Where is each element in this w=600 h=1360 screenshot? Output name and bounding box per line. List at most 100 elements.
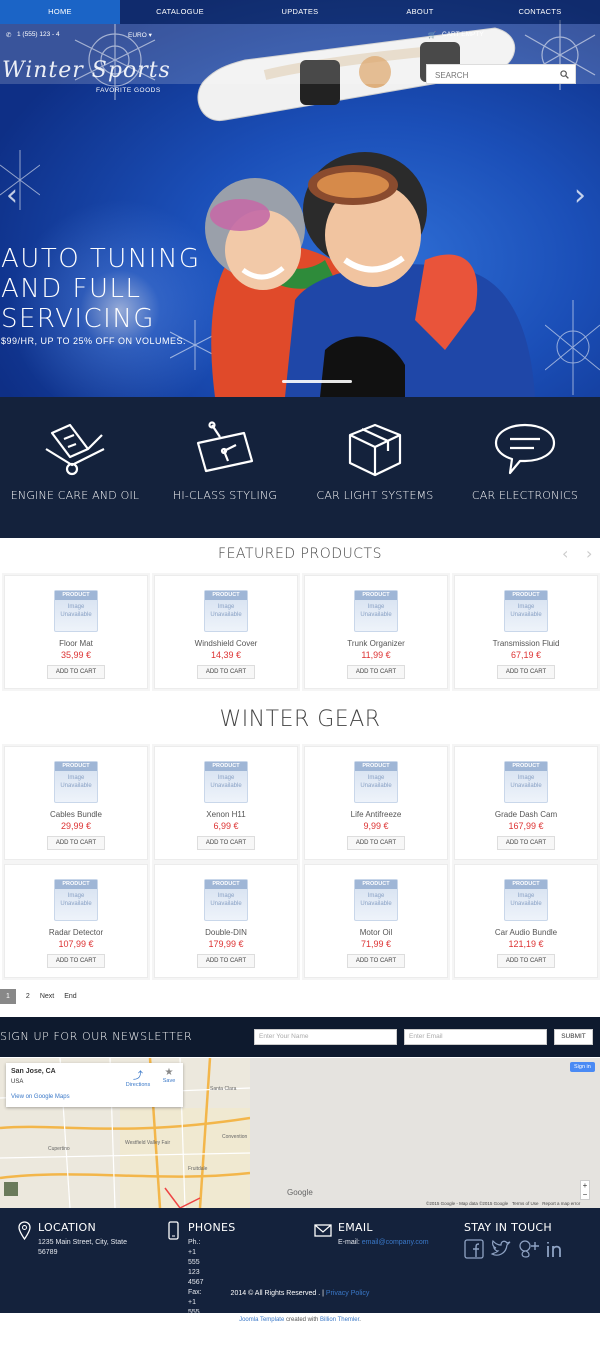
nav-item-home[interactable]: HOME xyxy=(0,0,120,24)
search-input[interactable] xyxy=(427,66,552,85)
privacy-policy-link[interactable]: Privacy Policy xyxy=(326,1290,370,1297)
page-next[interactable]: Next xyxy=(40,993,54,1000)
social-icons xyxy=(464,1239,566,1259)
product-name[interactable]: Life Antifreeze xyxy=(305,810,447,819)
product-name[interactable]: Grade Dash Cam xyxy=(455,810,597,819)
feature-item[interactable]: CAR ELECTRONICS xyxy=(450,421,600,502)
product-name[interactable]: Radar Detector xyxy=(5,928,147,937)
cart-icon[interactable]: 🛒 xyxy=(428,31,436,39)
cart-status[interactable]: CART EMPTY xyxy=(442,31,484,38)
map-tiles[interactable]: San Jose, CA USA View on Google Maps ⤴ D… xyxy=(0,1058,250,1208)
add-to-cart-button[interactable]: ADD TO CART xyxy=(196,836,256,850)
product-card[interactable]: PRODUCT Image Unavailable Trunk Organizer 11… xyxy=(304,575,448,689)
product-card[interactable]: PRODUCT Image Unavailable Transmission Flui… xyxy=(454,575,598,689)
newsletter-name-input[interactable]: Enter Your Name xyxy=(254,1029,397,1045)
map-terms-link[interactable]: Terms of Use xyxy=(512,1201,539,1206)
page-current[interactable]: 1 xyxy=(0,989,16,1004)
product-image-placeholder[interactable]: PRODUCT Image Unavailable xyxy=(354,879,398,921)
product-image-placeholder[interactable]: PRODUCT Image Unavailable xyxy=(204,590,248,632)
product-card[interactable]: PRODUCT Image Unavailable Floor Mat 35,99 € A… xyxy=(4,575,148,689)
feature-item[interactable]: CAR LIGHT SYSTEMS xyxy=(300,421,450,502)
add-to-cart-button[interactable]: ADD TO CART xyxy=(46,836,106,850)
search-icon[interactable] xyxy=(560,70,569,79)
feature-item[interactable]: HI-CLASS STYLING xyxy=(150,421,300,502)
add-to-cart-button[interactable]: ADD TO CART xyxy=(496,665,556,679)
product-name[interactable]: Car Audio Bundle xyxy=(455,928,597,937)
product-card[interactable]: PRODUCT Image Unavailable Windshield Cover 1… xyxy=(154,575,298,689)
google-map[interactable]: San Jose, CA USA View on Google Maps ⤴ D… xyxy=(0,1058,600,1208)
newsletter-email-input[interactable]: Enter Email xyxy=(404,1029,547,1045)
product-image-placeholder[interactable]: PRODUCT Image Unavailable xyxy=(354,590,398,632)
product-card[interactable]: PRODUCT Image Unavailable Cables Bundle 29,9… xyxy=(4,746,148,860)
product-card[interactable]: PRODUCT Image Unavailable Grade Dash Cam 167… xyxy=(454,746,598,860)
product-image-placeholder[interactable]: PRODUCT Image Unavailable xyxy=(54,761,98,803)
add-to-cart-button[interactable]: ADD TO CART xyxy=(346,836,406,850)
footer-email-link[interactable]: email@company.com xyxy=(362,1239,429,1246)
product-card[interactable]: PRODUCT Image Unavailable Life Antifreeze 9,… xyxy=(304,746,448,860)
add-to-cart-button[interactable]: ADD TO CART xyxy=(196,665,256,679)
nav-item-about[interactable]: ABOUT xyxy=(360,0,480,24)
product-image-placeholder[interactable]: PRODUCT Image Unavailable xyxy=(504,879,548,921)
product-image-placeholder[interactable]: PRODUCT Image Unavailable xyxy=(54,590,98,632)
top-phone: 1 (555) 123 - 4 xyxy=(17,31,60,38)
chevron-left-icon[interactable]: ‹ xyxy=(6,178,18,213)
slider-indicator[interactable] xyxy=(282,380,352,383)
product-image-placeholder[interactable]: PRODUCT Image Unavailable xyxy=(504,761,548,803)
add-to-cart-button[interactable]: ADD TO CART xyxy=(346,954,406,968)
logo[interactable]: Winter Sports xyxy=(2,58,171,83)
save-button[interactable]: ★ Save xyxy=(159,1067,179,1084)
facebook-icon[interactable] xyxy=(464,1239,484,1259)
currency-select[interactable]: EURO ▾ xyxy=(128,31,152,39)
product-name[interactable]: Floor Mat xyxy=(5,639,147,648)
product-name[interactable]: Transmission Fluid xyxy=(455,639,597,648)
nav-item-catalogue[interactable]: CATALOGUE xyxy=(120,0,240,24)
page-link-2[interactable]: 2 xyxy=(26,993,30,1000)
add-to-cart-button[interactable]: ADD TO CART xyxy=(496,836,556,850)
map-sign-in-button[interactable]: Sign in xyxy=(570,1062,595,1072)
view-on-google-maps-link[interactable]: View on Google Maps xyxy=(11,1094,70,1100)
twitter-icon[interactable] xyxy=(490,1239,512,1259)
add-to-cart-button[interactable]: ADD TO CART xyxy=(46,954,106,968)
newsletter-submit-button[interactable]: SUBMIT xyxy=(554,1029,593,1045)
nav-item-updates[interactable]: UPDATES xyxy=(240,0,360,24)
product-name[interactable]: Double-DIN xyxy=(155,928,297,937)
product-card[interactable]: PRODUCT Image Unavailable Car Audio Bundle 1… xyxy=(454,864,598,978)
add-to-cart-button[interactable]: ADD TO CART xyxy=(46,665,106,679)
chevron-right-icon[interactable]: › xyxy=(574,178,586,213)
linkedin-icon[interactable] xyxy=(546,1239,566,1259)
joomla-template-link[interactable]: Joomla Template xyxy=(239,1317,284,1323)
add-to-cart-button[interactable]: ADD TO CART xyxy=(496,954,556,968)
product-name[interactable]: Windshield Cover xyxy=(155,639,297,648)
chevron-right-icon[interactable]: › xyxy=(586,544,592,563)
themler-link[interactable]: Billion Themler xyxy=(320,1317,359,1323)
product-card[interactable]: PRODUCT Image Unavailable Xenon H11 6,99 € AD… xyxy=(154,746,298,860)
add-to-cart-button[interactable]: ADD TO CART xyxy=(346,665,406,679)
placeholder-text: Image Unavailable xyxy=(355,774,397,790)
pagination: 1 2 Next End xyxy=(0,989,87,1004)
map-zoom-control[interactable]: + − xyxy=(580,1180,590,1200)
map-label: Santa Clara xyxy=(210,1086,237,1092)
google-plus-icon[interactable] xyxy=(518,1239,540,1259)
map-report-link[interactable]: Report a map error xyxy=(542,1201,580,1206)
footer-email-label: E-mail: xyxy=(338,1239,362,1246)
product-image-placeholder[interactable]: PRODUCT Image Unavailable xyxy=(354,761,398,803)
product-image-placeholder[interactable]: PRODUCT Image Unavailable xyxy=(504,590,548,632)
product-card[interactable]: PRODUCT Image Unavailable Double-DIN 179,99 … xyxy=(154,864,298,978)
page-end[interactable]: End xyxy=(64,993,76,1000)
product-name[interactable]: Motor Oil xyxy=(305,928,447,937)
product-name[interactable]: Xenon H11 xyxy=(155,810,297,819)
feature-item[interactable]: ENGINE CARE AND OIL xyxy=(0,421,150,502)
product-name[interactable]: Cables Bundle xyxy=(5,810,147,819)
chevron-left-icon[interactable]: ‹ xyxy=(562,544,568,563)
product-card[interactable]: PRODUCT Image Unavailable Motor Oil 71,99 € A… xyxy=(304,864,448,978)
map-data-credit: ©2015 Google - Map data ©2015 Google xyxy=(426,1201,509,1206)
product-name[interactable]: Trunk Organizer xyxy=(305,639,447,648)
product-image-placeholder[interactable]: PRODUCT Image Unavailable xyxy=(54,879,98,921)
product-image-placeholder[interactable]: PRODUCT Image Unavailable xyxy=(204,761,248,803)
nav-item-contacts[interactable]: CONTACTS xyxy=(480,0,600,24)
slide-subtitle: $99/HR, UP TO 25% OFF ON VOLUMES. xyxy=(1,336,187,346)
add-to-cart-button[interactable]: ADD TO CART xyxy=(196,954,256,968)
product-image-placeholder[interactable]: PRODUCT Image Unavailable xyxy=(204,879,248,921)
product-card[interactable]: PRODUCT Image Unavailable Radar Detector 107… xyxy=(4,864,148,978)
directions-button[interactable]: ⤴ Directions xyxy=(124,1067,152,1088)
